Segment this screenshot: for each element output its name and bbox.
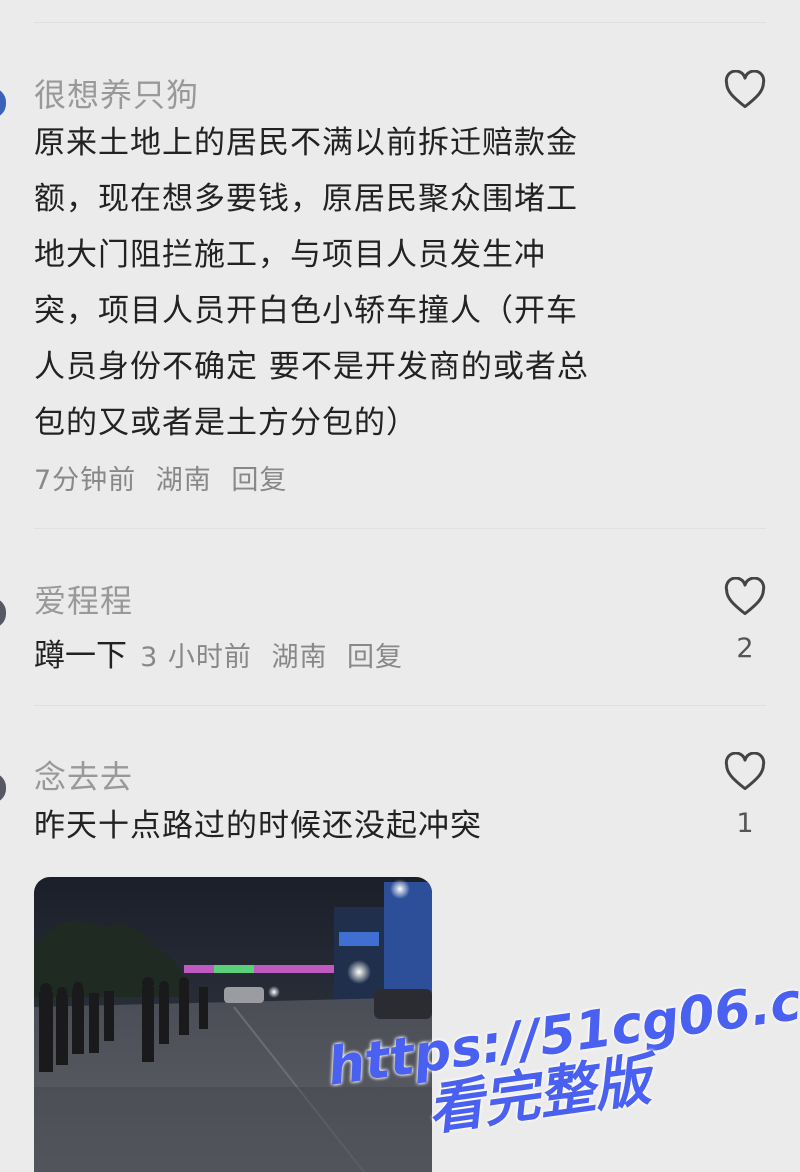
reply-button[interactable]: 回复 (231, 465, 287, 496)
like-heart-icon[interactable] (724, 577, 766, 617)
comment-divider (34, 705, 766, 706)
avatar[interactable] (0, 88, 6, 118)
comment-text-line: 包的又或者是土方分包的） (34, 405, 418, 441)
avatar[interactable] (0, 598, 6, 628)
comment-text-line: 人员身份不确定 要不是开发商的或者总 (34, 349, 589, 385)
like-heart-icon[interactable] (724, 752, 766, 792)
comment-text: 昨天十点路过的时候还没起冲突 (34, 808, 482, 844)
comment-meta: 7分钟前 湖南 回复 (34, 458, 297, 497)
top-divider (34, 22, 766, 23)
avatar[interactable] (0, 773, 6, 803)
comment-text: 蹲一下 (34, 638, 127, 674)
reply-button[interactable]: 回复 (347, 642, 403, 673)
comment-divider (34, 528, 766, 529)
like-count: 2 (736, 633, 754, 664)
comment-text-line: 原来土地上的居民不满以前拆迁赔款金 (34, 125, 578, 161)
comment-location: 湖南 (155, 465, 212, 496)
comment-text: 原来土地上的居民不满以前拆迁赔款金 额，现在想多要钱，原居民聚众围堵工 地大门阻… (34, 115, 589, 451)
comment-text-line: 突，项目人员开白色小轿车撞人（开车 (34, 293, 578, 329)
like-count: 1 (736, 808, 754, 839)
comment-location: 湖南 (271, 642, 328, 673)
comment-line: 蹲一下 3 小时前 湖南 回复 (34, 630, 413, 675)
comment-username[interactable]: 很想养只狗 (34, 70, 199, 116)
comment-username[interactable]: 念去去 (34, 752, 133, 798)
comment-text-line: 额，现在想多要钱，原居民聚众围堵工 (34, 181, 578, 217)
like-heart-icon[interactable] (724, 70, 766, 110)
comment-time: 3 小时前 (140, 642, 252, 673)
comment-text-line: 地大门阻拦施工，与项目人员发生冲 (34, 237, 546, 273)
comment-time: 7分钟前 (34, 465, 137, 496)
comment-username[interactable]: 爱程程 (34, 576, 133, 622)
